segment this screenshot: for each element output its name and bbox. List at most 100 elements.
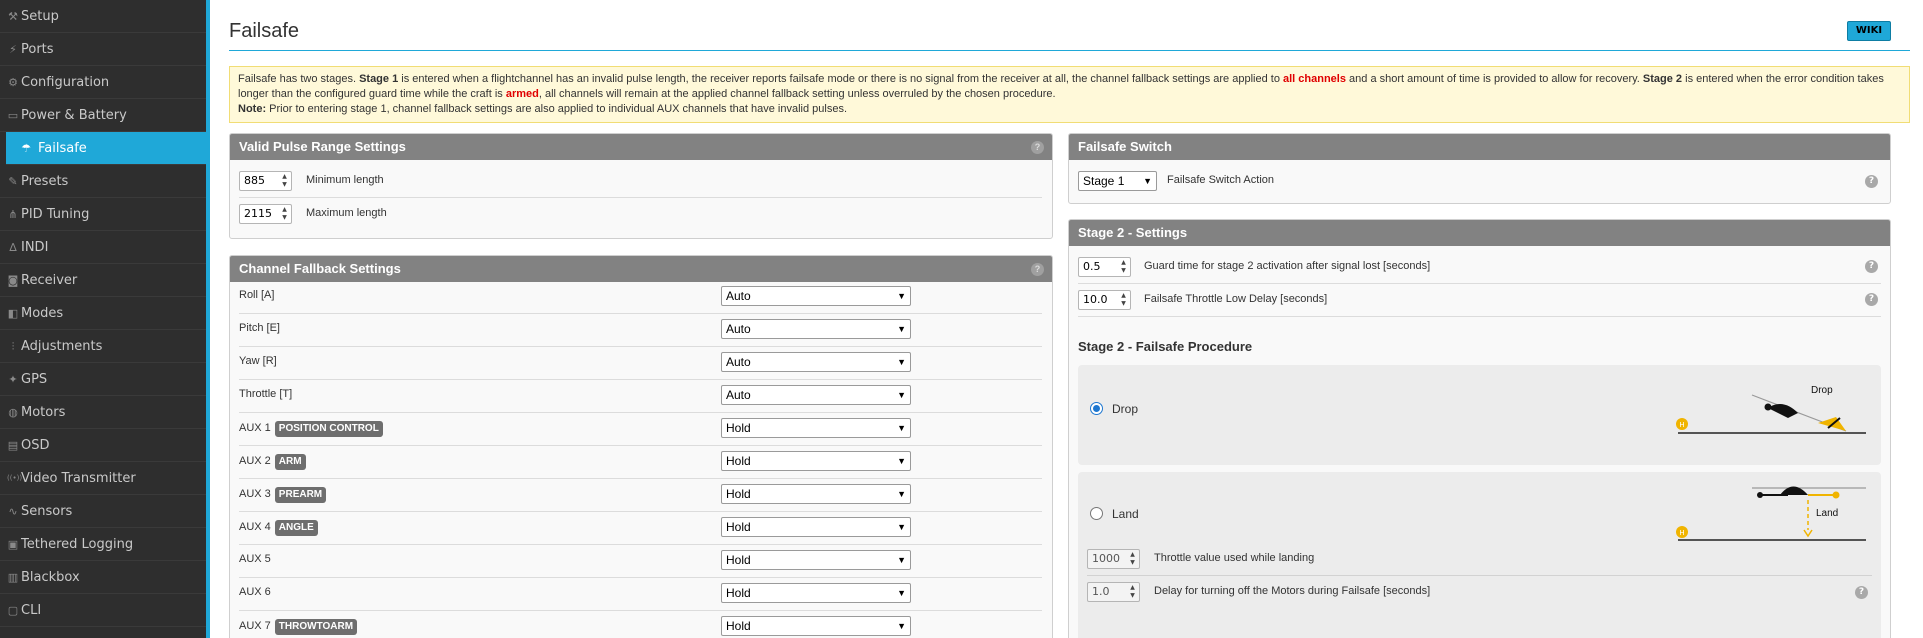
sidebar-item-tethered-logging[interactable]: ▣ Tethered Logging [0, 528, 206, 561]
vtx-icon: ((•)) [7, 474, 23, 482]
osd-icon: ▤ [7, 439, 19, 452]
sidebar-item-label: OSD [21, 438, 50, 453]
sidebar-item-label: Adjustments [21, 339, 103, 354]
max-length-label: Maximum length [306, 207, 387, 219]
stage2-settings-header: Stage 2 - Settings [1069, 220, 1890, 246]
logging-icon: ▣ [7, 538, 19, 551]
throttle-low-delay-value: 10.0 [1083, 293, 1108, 306]
failsafe-switch-panel: Failsafe Switch Stage 1 ▼ Failsafe Switc… [1068, 133, 1891, 204]
sidebar-item-receiver[interactable]: ◙ Receiver [0, 264, 206, 297]
failsafe-switch-value: Stage 1 [1083, 174, 1125, 188]
channel-fallback-select[interactable]: Auto ▼ [721, 319, 911, 339]
drop-radio[interactable] [1090, 402, 1103, 415]
drop-diagram-label: Drop [1811, 385, 1833, 396]
mode-badge: ANGLE [274, 520, 318, 536]
note-stage1: Stage 1 [359, 73, 399, 85]
descent-arrow-icon [1803, 529, 1813, 538]
wiki-button[interactable]: WIKI [1847, 21, 1891, 41]
adjustments-icon: ⫶ [11, 340, 15, 353]
gps-icon: ✦ [8, 373, 18, 386]
row-divider [239, 610, 1042, 611]
spinner-icon[interactable]: ▲ ▼ [1128, 584, 1137, 600]
title-divider [229, 50, 1910, 51]
sidebar-item-label: Sensors [21, 504, 73, 519]
sidebar-item-motors[interactable]: ◍ Motors [0, 396, 206, 429]
max-length-input[interactable]: 2115 ▲ ▼ [239, 204, 292, 224]
chevron-down-icon: ▼ [897, 489, 906, 499]
plug-icon: ⚡ [9, 43, 17, 56]
sidebar-item-label: INDI [21, 240, 49, 255]
land-throttle-input[interactable]: 1000 ▲ ▼ [1087, 549, 1140, 569]
channel-fallback-select[interactable]: Hold ▼ [721, 517, 911, 537]
min-length-input[interactable]: 885 ▲ ▼ [239, 171, 292, 191]
sidebar-item-label: Failsafe [38, 141, 87, 156]
sidebar-item-cli[interactable]: ▢ CLI [0, 594, 206, 627]
stage2-settings-panel: Stage 2 - Settings 0.5 ▲ ▼ Guard time for… [1068, 219, 1891, 638]
min-length-label: Minimum length [306, 174, 384, 186]
row-divider [1078, 316, 1881, 317]
help-icon[interactable]: ? [1865, 260, 1878, 273]
channel-fallback-select[interactable]: Auto ▼ [721, 352, 911, 372]
channel-label: AUX 7 THROWTOARM [239, 619, 358, 635]
help-icon[interactable]: ? [1865, 175, 1878, 188]
sidebar-item-sensors[interactable]: ∿ Sensors [0, 495, 206, 528]
note-text: is entered when a flightchannel has an i… [398, 73, 1283, 85]
land-radio[interactable] [1090, 507, 1103, 520]
sidebar-item-label: Setup [21, 9, 59, 24]
channel-fallback-select[interactable]: Hold ▼ [721, 451, 911, 471]
spinner-icon[interactable]: ▲ ▼ [280, 206, 289, 222]
channel-fallback-select[interactable]: Auto ▼ [721, 286, 911, 306]
chevron-down-icon: ▼ [897, 324, 906, 334]
sidebar-item-modes[interactable]: ◧ Modes [0, 297, 206, 330]
spinner-icon[interactable]: ▲ ▼ [1119, 292, 1128, 308]
throttle-low-delay-input[interactable]: 10.0 ▲ ▼ [1078, 290, 1131, 310]
help-icon[interactable]: ? [1031, 263, 1044, 276]
sidebar-item-failsafe[interactable]: ☂ Failsafe [6, 132, 206, 165]
failsafe-switch-select[interactable]: Stage 1 ▼ [1078, 171, 1157, 191]
help-icon[interactable]: ? [1031, 141, 1044, 154]
spinner-icon[interactable]: ▲ ▼ [280, 173, 289, 189]
channel-name: AUX 5 [239, 553, 271, 565]
channel-label: AUX 6 [239, 586, 271, 598]
sidebar-item-presets[interactable]: ✎ Presets [0, 165, 206, 198]
sidebar-item-osd[interactable]: ▤ OSD [0, 429, 206, 462]
channel-label: Throttle [T] [239, 388, 292, 400]
channel-fallback-select[interactable]: Hold ▼ [721, 418, 911, 438]
land-label: Land [1112, 507, 1139, 521]
channel-fallback-select[interactable]: Auto ▼ [721, 385, 911, 405]
channel-name: AUX 1 [239, 422, 271, 434]
spinner-icon[interactable]: ▲ ▼ [1119, 259, 1128, 275]
help-icon[interactable]: ? [1855, 586, 1868, 599]
procedure-land-option[interactable]: Land H Land 1000 ▲ ▼ Throttle value used … [1078, 472, 1881, 638]
sidebar-item-ports[interactable]: ⚡ Ports [0, 33, 206, 66]
channel-fallback-select[interactable]: Hold ▼ [721, 550, 911, 570]
receiver-icon: ◙ [7, 274, 19, 287]
sidebar-item-setup[interactable]: ⚒ Setup [0, 0, 206, 33]
failsafe-switch-header: Failsafe Switch [1069, 134, 1890, 160]
gear-icon: ⚙ [8, 76, 18, 89]
fallback-mode-value: Auto [726, 289, 751, 303]
channel-fallback-select[interactable]: Hold ▼ [721, 583, 911, 603]
help-icon[interactable]: ? [1865, 293, 1878, 306]
drop-diagram: H Drop [1676, 385, 1866, 434]
procedure-drop-option[interactable]: Drop H Drop [1078, 365, 1881, 465]
sidebar-item-configuration[interactable]: ⚙ Configuration [0, 66, 206, 99]
note-label: Note: [238, 103, 267, 115]
guard-time-input[interactable]: 0.5 ▲ ▼ [1078, 257, 1131, 277]
spinner-icon[interactable]: ▲ ▼ [1128, 551, 1137, 567]
sidebar-item-pid-tuning[interactable]: ⋔ PID Tuning [0, 198, 206, 231]
sidebar-item-adjustments[interactable]: ⫶ Adjustments [0, 330, 206, 363]
guard-time-label: Guard time for stage 2 activation after … [1144, 260, 1431, 272]
land-delay-input[interactable]: 1.0 ▲ ▼ [1087, 582, 1140, 602]
sidebar-item-video-transmitter[interactable]: ((•)) Video Transmitter [0, 462, 206, 495]
channel-fallback-select[interactable]: Hold ▼ [721, 616, 911, 636]
sidebar-item-blackbox[interactable]: ▥ Blackbox [0, 561, 206, 594]
sidebar: ⚒ Setup ⚡ Ports ⚙ Configuration ▭ Power & Batte… [0, 0, 206, 638]
channel-fallback-select[interactable]: Hold ▼ [721, 484, 911, 504]
sidebar-item-gps[interactable]: ✦ GPS [0, 363, 206, 396]
modes-icon: ◧ [7, 307, 19, 320]
land-throttle-value: 1000 [1092, 552, 1120, 565]
sidebar-item-indi[interactable]: ∆ INDI [0, 231, 206, 264]
sidebar-item-power-battery[interactable]: ▭ Power & Battery [0, 99, 206, 132]
sidebar-item-label: Presets [21, 174, 69, 189]
